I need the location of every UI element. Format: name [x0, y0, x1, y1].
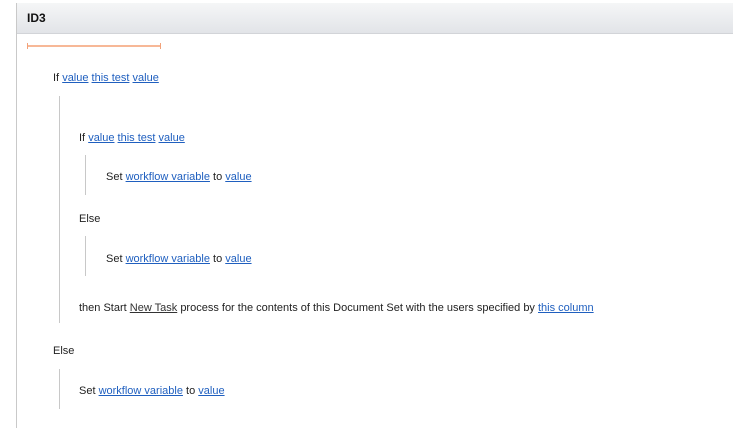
- else-keyword: Else: [53, 345, 75, 357]
- to-keyword: to: [186, 385, 196, 397]
- if-branch-bar: [59, 96, 60, 323]
- value-link[interactable]: value: [225, 253, 251, 265]
- to-keyword: to: [213, 171, 223, 183]
- step-header[interactable]: ID3: [17, 3, 733, 34]
- condition-operator-link[interactable]: this test: [92, 72, 130, 84]
- condition-line-inner-if: If value this test value: [79, 131, 185, 145]
- condition-left-value-link[interactable]: value: [62, 72, 88, 84]
- step-title: ID3: [27, 11, 46, 25]
- inner-else-branch-bar: [85, 236, 86, 276]
- if-keyword: If: [53, 72, 60, 84]
- then-start-text: then Start: [79, 302, 127, 314]
- action-set-variable-2: Set workflow variable to value: [106, 252, 252, 266]
- set-keyword: Set: [79, 385, 96, 397]
- if-keyword: If: [79, 132, 86, 144]
- action-set-variable-1: Set workflow variable to value: [106, 170, 252, 184]
- value-link[interactable]: value: [225, 171, 251, 183]
- workflow-designer-step: ID3 If value this test value If value th…: [16, 3, 733, 428]
- set-keyword: Set: [106, 171, 123, 183]
- else-outer: Else: [53, 344, 74, 358]
- to-keyword: to: [213, 253, 223, 265]
- workflow-variable-link[interactable]: workflow variable: [126, 171, 210, 183]
- condition-operator-link[interactable]: this test: [118, 132, 156, 144]
- this-column-link[interactable]: this column: [538, 302, 594, 314]
- condition-left-value-link[interactable]: value: [88, 132, 114, 144]
- workflow-variable-link[interactable]: workflow variable: [126, 253, 210, 265]
- inner-if-branch-bar: [85, 155, 86, 195]
- else-keyword: Else: [79, 213, 101, 225]
- set-keyword: Set: [106, 253, 123, 265]
- condition-right-value-link[interactable]: value: [159, 132, 185, 144]
- step-title-underline: [27, 43, 161, 49]
- start-process-description: process for the contents of this Documen…: [180, 302, 535, 314]
- outer-else-branch-bar: [59, 369, 60, 409]
- else-inner: Else: [79, 212, 100, 226]
- condition-line-outer-if: If value this test value: [53, 71, 159, 85]
- workflow-variable-link[interactable]: workflow variable: [99, 385, 183, 397]
- value-link[interactable]: value: [198, 385, 224, 397]
- action-start-task: then Start New Task process for the cont…: [79, 301, 594, 315]
- condition-right-value-link[interactable]: value: [133, 72, 159, 84]
- new-task-link[interactable]: New Task: [130, 302, 177, 314]
- action-set-variable-3: Set workflow variable to value: [79, 384, 225, 398]
